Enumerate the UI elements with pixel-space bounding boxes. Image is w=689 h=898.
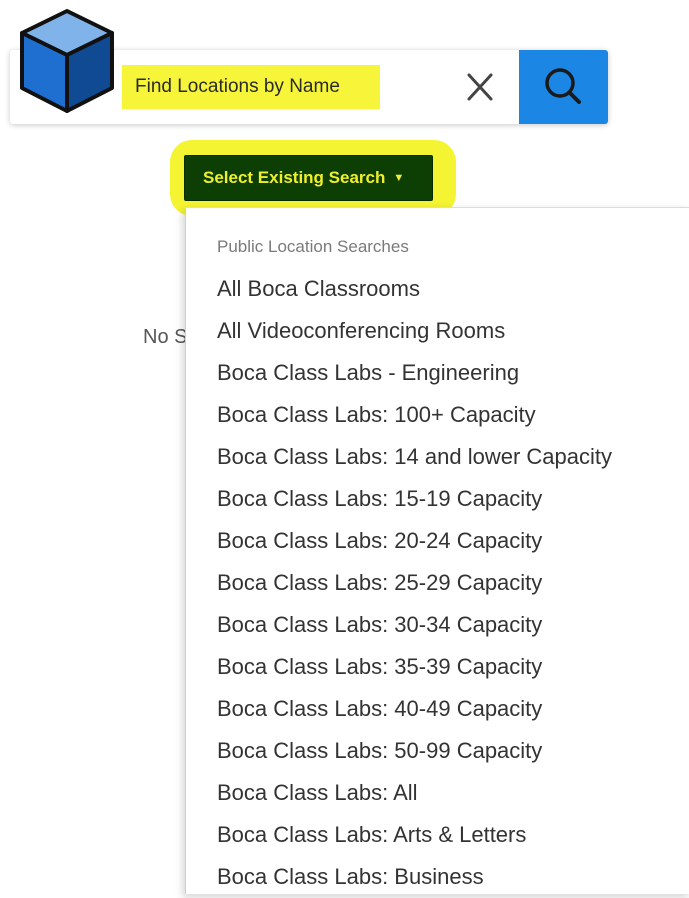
search-submit-button[interactable] (519, 50, 608, 124)
dropdown-item[interactable]: Boca Class Labs: 20-24 Capacity (186, 520, 689, 562)
location-search-input[interactable] (122, 65, 380, 109)
dropdown-list: All Boca Classrooms All Videoconferencin… (186, 268, 689, 898)
dropdown-item[interactable]: Boca Class Labs: 50-99 Capacity (186, 730, 689, 772)
dropdown-item[interactable]: Boca Class Labs: Arts & Letters (186, 814, 689, 856)
dropdown-item[interactable]: Boca Class Labs: 40-49 Capacity (186, 688, 689, 730)
caret-down-icon: ▼ (393, 172, 405, 184)
dropdown-item[interactable]: All Boca Classrooms (186, 268, 689, 310)
dropdown-item[interactable]: Boca Class Labs: 100+ Capacity (186, 394, 689, 436)
select-existing-search-label: Select Existing Search (203, 168, 386, 187)
dropdown-item[interactable]: Boca Class Labs - Engineering (186, 352, 689, 394)
clear-search-button[interactable] (450, 62, 510, 112)
dropdown-item[interactable]: Boca Class Labs: 30-34 Capacity (186, 604, 689, 646)
dropdown-item[interactable]: All Videoconferencing Rooms (186, 310, 689, 352)
dropdown-item[interactable]: Boca Class Labs: 14 and lower Capacity (186, 436, 689, 478)
dropdown-item[interactable]: Boca Class Labs: Business (186, 856, 689, 898)
dropdown-item[interactable]: Boca Class Labs: All (186, 772, 689, 814)
select-existing-search-button[interactable]: Select Existing Search ▼ (184, 155, 433, 201)
dropdown-group-header: Public Location Searches (217, 237, 409, 256)
no-results-text: No S (143, 326, 188, 348)
dropdown-item[interactable]: Boca Class Labs: 35-39 Capacity (186, 646, 689, 688)
close-icon (467, 73, 493, 101)
dropdown-item[interactable]: Boca Class Labs: 25-29 Capacity (186, 562, 689, 604)
dropdown-item[interactable]: Boca Class Labs: 15-19 Capacity (186, 478, 689, 520)
cube-logo-icon (18, 8, 116, 114)
search-icon (545, 68, 581, 104)
saved-search-dropdown: Public Location Searches All Boca Classr… (185, 207, 689, 894)
